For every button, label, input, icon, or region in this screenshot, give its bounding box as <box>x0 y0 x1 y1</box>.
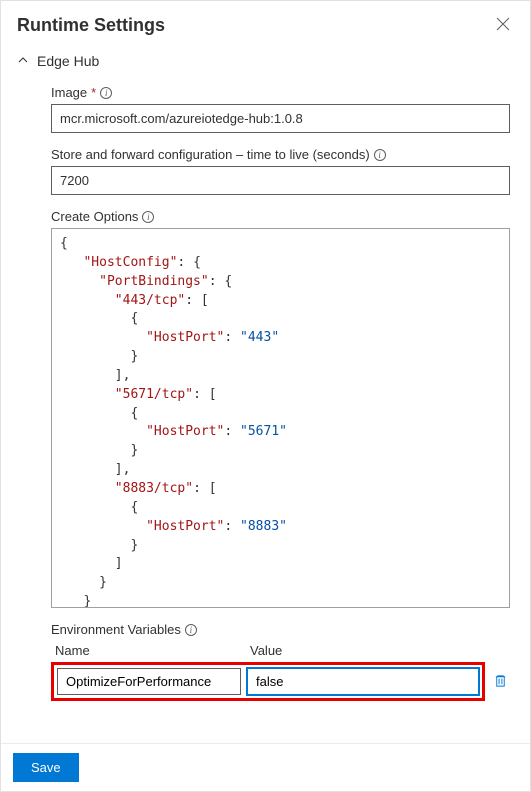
highlight-annotation <box>51 662 485 701</box>
image-input[interactable] <box>51 104 510 133</box>
env-col-name: Name <box>55 643 250 658</box>
info-icon[interactable]: i <box>185 624 197 636</box>
create-options-editor[interactable]: { "HostConfig": { "PortBindings": { "443… <box>51 228 510 608</box>
ttl-field-group: Store and forward configuration – time t… <box>51 147 510 195</box>
env-vars-table: Name Value <box>51 643 510 701</box>
image-label: Image * i <box>51 85 510 100</box>
env-row <box>51 662 510 701</box>
footer: Save <box>1 743 530 791</box>
env-name-input[interactable] <box>57 668 241 695</box>
env-value-input[interactable] <box>247 668 479 695</box>
create-options-group: Create Options i { "HostConfig": { "Port… <box>51 209 510 608</box>
section-title: Edge Hub <box>37 53 99 69</box>
close-icon[interactable] <box>492 13 514 38</box>
image-field-group: Image * i <box>51 85 510 133</box>
info-icon[interactable]: i <box>100 87 112 99</box>
section-toggle-edge-hub[interactable]: Edge Hub <box>17 53 510 69</box>
required-asterisk: * <box>91 85 96 100</box>
info-icon[interactable]: i <box>374 149 386 161</box>
save-button[interactable]: Save <box>13 753 79 782</box>
chevron-up-icon <box>17 54 29 69</box>
panel-title: Runtime Settings <box>17 15 165 36</box>
env-vars-header-row: Name Value <box>51 643 510 658</box>
trash-icon[interactable] <box>491 671 510 693</box>
env-col-value: Value <box>250 643 510 658</box>
env-vars-label: Environment Variables i <box>51 622 510 637</box>
section-body: Image * i Store and forward configuratio… <box>17 85 510 701</box>
panel-header: Runtime Settings <box>1 1 530 46</box>
env-vars-group: Environment Variables i Name Value <box>51 622 510 701</box>
ttl-input[interactable] <box>51 166 510 195</box>
ttl-label: Store and forward configuration – time t… <box>51 147 510 162</box>
create-options-label: Create Options i <box>51 209 510 224</box>
info-icon[interactable]: i <box>142 211 154 223</box>
content-scroll-region[interactable]: Edge Hub Image * i Store and forward con… <box>1 43 530 743</box>
